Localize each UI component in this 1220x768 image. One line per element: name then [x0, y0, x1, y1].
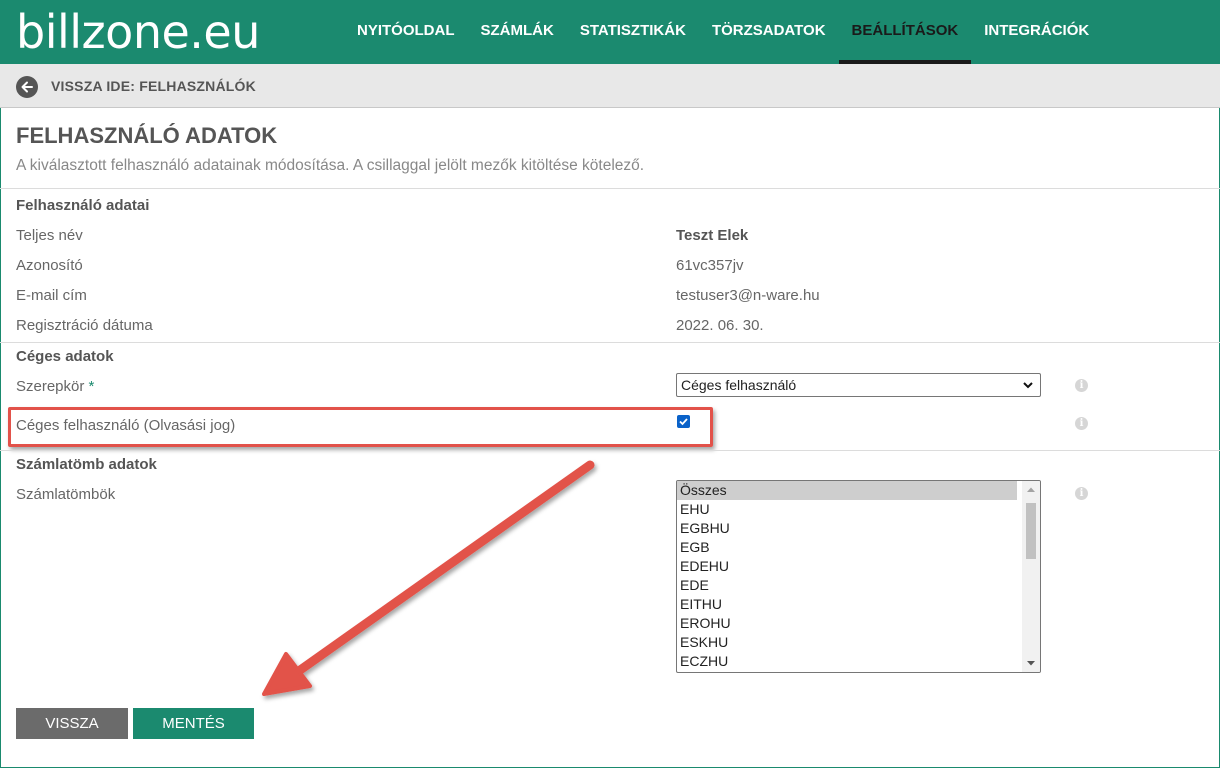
list-item[interactable]: ECZHU [677, 652, 1017, 671]
nav-item-master-data[interactable]: TÖRZSADATOK [699, 0, 839, 64]
section-title-company: Céges adatok [16, 348, 114, 365]
list-item[interactable]: Összes [677, 481, 1017, 500]
nav-item-home[interactable]: NYITÓOLDAL [344, 0, 468, 64]
label-role: Szerepkör * [16, 378, 94, 395]
list-item[interactable]: EDEHU [677, 557, 1017, 576]
divider [0, 188, 1220, 189]
section-title-invoicebook: Számlatömb adatok [16, 456, 157, 473]
value-full-name: Teszt Elek [676, 227, 749, 244]
scroll-up-icon[interactable] [1022, 481, 1040, 499]
info-icon[interactable]: i [1075, 417, 1088, 430]
list-item[interactable]: EDE [677, 576, 1017, 595]
value-registration-date: 2022. 06. 30. [676, 317, 764, 334]
info-icon[interactable]: i [1075, 487, 1088, 500]
list-item[interactable]: EGB [677, 538, 1017, 557]
scroll-down-icon[interactable] [1022, 654, 1040, 672]
list-item[interactable]: EROHU [677, 614, 1017, 633]
nav-item-integrations[interactable]: INTEGRÁCIÓK [971, 0, 1102, 64]
nav-item-statistics[interactable]: STATISZTIKÁK [567, 0, 699, 64]
list-item[interactable]: EGBHU [677, 519, 1017, 538]
arrow-left-icon[interactable] [16, 76, 38, 98]
listbox-scrollbar[interactable] [1022, 481, 1040, 672]
label-identifier: Azonosító [16, 257, 83, 274]
label-invoicebooks: Számlatömbök [16, 486, 116, 503]
label-registration-date: Regisztráció dátuma [16, 317, 153, 334]
section-title-user: Felhasználó adatai [16, 197, 150, 214]
scroll-thumb[interactable] [1026, 503, 1036, 559]
invoicebook-listbox[interactable]: Összes EHU EGBHU EGB EDEHU EDE EITHU ERO… [676, 480, 1041, 673]
list-item[interactable]: EITHU [677, 595, 1017, 614]
role-select-value: Céges felhasználó [681, 377, 797, 393]
main-nav: NYITÓOLDAL SZÁMLÁK STATISZTIKÁK TÖRZSADA… [344, 0, 1102, 64]
chevron-down-icon [1022, 377, 1034, 399]
label-role-text: Szerepkör [16, 378, 85, 395]
nav-item-settings[interactable]: BEÁLLÍTÁSOK [838, 0, 972, 64]
save-button[interactable]: MENTÉS [133, 708, 254, 739]
back-link[interactable]: VISSZA IDE: FELHASZNÁLÓK [51, 78, 256, 94]
nav-item-invoices[interactable]: SZÁMLÁK [468, 0, 567, 64]
back-button[interactable]: VISSZA [16, 708, 128, 739]
annotation-highlight-box [8, 407, 713, 447]
label-email: E-mail cím [16, 287, 87, 304]
divider [0, 450, 1220, 451]
value-email: testuser3@n-ware.hu [676, 287, 820, 304]
back-bar: VISSZA IDE: FELHASZNÁLÓK [0, 64, 1220, 108]
required-mark: * [88, 378, 95, 395]
logo[interactable]: billzone.eu [16, 4, 260, 60]
page-subtitle: A kiválasztott felhasználó adatainak mód… [16, 157, 645, 174]
label-full-name: Teljes név [16, 227, 83, 244]
top-navbar: billzone.eu NYITÓOLDAL SZÁMLÁK STATISZTI… [0, 0, 1220, 64]
divider [0, 342, 1220, 343]
list-item[interactable]: EHU [677, 500, 1017, 519]
list-item[interactable]: ESKHU [677, 633, 1017, 652]
page-title: FELHASZNÁLÓ ADATOK [16, 123, 278, 148]
value-identifier: 61vc357jv [676, 257, 744, 274]
role-select[interactable]: Céges felhasználó [676, 373, 1041, 397]
info-icon[interactable]: i [1075, 379, 1088, 392]
